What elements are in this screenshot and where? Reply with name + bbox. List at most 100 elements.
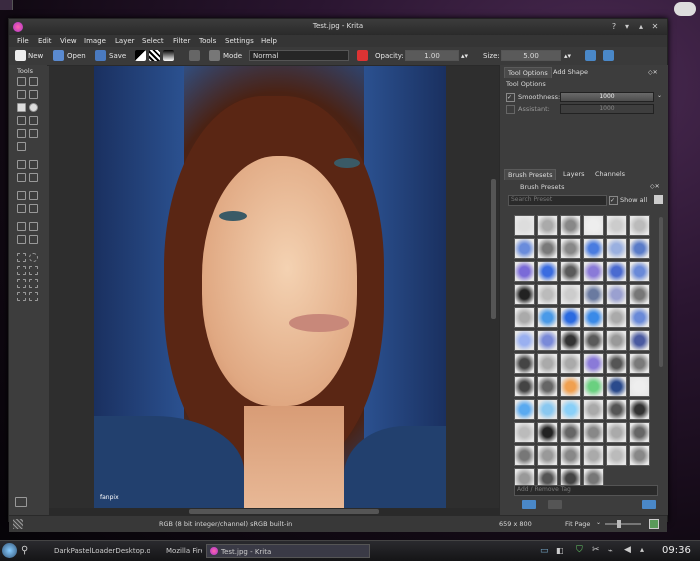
outline-select-tool[interactable]	[29, 266, 38, 275]
horizontal-scrollbar[interactable]	[49, 508, 499, 515]
brush-preset-item[interactable]	[537, 376, 558, 397]
smart-patch-tool[interactable]	[29, 204, 38, 213]
brush-preset-icon[interactable]	[189, 50, 200, 61]
brush-preset-item[interactable]	[629, 238, 650, 259]
magnetic-select-tool[interactable]	[29, 292, 38, 301]
grid-tool[interactable]	[29, 235, 38, 244]
brush-preset-item[interactable]	[514, 238, 535, 259]
gradient-icon[interactable]	[163, 50, 174, 61]
brush-preset-item[interactable]	[629, 261, 650, 282]
usb-icon[interactable]: ⌁	[608, 546, 613, 555]
help-icon[interactable]: ?	[609, 22, 619, 32]
size-stepper[interactable]: ▴▾	[564, 52, 571, 60]
menu-image[interactable]: Image	[84, 37, 106, 45]
brush-preset-item[interactable]	[560, 399, 581, 420]
brush-preset-item[interactable]	[537, 307, 558, 328]
rect-select-tool[interactable]	[17, 253, 26, 262]
crop-tool[interactable]	[17, 160, 26, 169]
brush-preset-item[interactable]	[514, 422, 535, 443]
brush-preset-item[interactable]	[583, 422, 604, 443]
brush-preset-item[interactable]	[560, 215, 581, 236]
menu-tools[interactable]: Tools	[199, 37, 216, 45]
line-tool[interactable]	[29, 90, 38, 99]
perspective-tool[interactable]	[29, 173, 38, 182]
brush-preset-item[interactable]	[560, 261, 581, 282]
brush-preset-item[interactable]	[560, 422, 581, 443]
brush-preset-item[interactable]	[514, 261, 535, 282]
brush-preset-item[interactable]	[560, 445, 581, 466]
shield-icon[interactable]: ⛉	[576, 545, 583, 555]
brush-preset-item[interactable]	[583, 399, 604, 420]
brush-preset-item[interactable]	[606, 353, 627, 374]
brush-preset-item[interactable]	[629, 422, 650, 443]
eraser-icon[interactable]	[357, 50, 368, 61]
measure-tool[interactable]	[17, 222, 26, 231]
brush-settings-icon[interactable]	[642, 500, 656, 509]
task-item-firefox[interactable]: Mozilla Firefox	[152, 544, 202, 558]
polyline-tool[interactable]	[29, 116, 38, 125]
polygon-select-tool[interactable]	[17, 266, 26, 275]
delete-brush-icon[interactable]	[548, 500, 562, 509]
import-brush-icon[interactable]	[522, 500, 536, 509]
menu-edit[interactable]: Edit	[38, 37, 52, 45]
brush-preset-item[interactable]	[537, 284, 558, 305]
text-tool[interactable]	[29, 77, 38, 86]
brush-preset-item[interactable]	[583, 445, 604, 466]
brush-preset-item[interactable]	[537, 238, 558, 259]
tab-layers[interactable]: Layers	[560, 169, 588, 179]
move-tool[interactable]	[29, 160, 38, 169]
brush-preset-item[interactable]	[514, 284, 535, 305]
brush-preset-item[interactable]	[583, 284, 604, 305]
brush-preset-item[interactable]	[537, 330, 558, 351]
brush-preset-item[interactable]	[629, 399, 650, 420]
brush-preset-item[interactable]	[629, 445, 650, 466]
brush-preset-item[interactable]	[537, 215, 558, 236]
brush-preset-item[interactable]	[606, 284, 627, 305]
foreground-background-color-icon[interactable]	[135, 50, 146, 61]
brush-preset-item[interactable]	[583, 238, 604, 259]
mirror-horizontal-icon[interactable]	[585, 50, 596, 61]
minimize-icon[interactable]: ▾	[622, 22, 632, 32]
brush-preset-item[interactable]	[629, 330, 650, 351]
blend-mode-select[interactable]: Normal	[249, 50, 349, 61]
zoom-slider-handle[interactable]	[617, 520, 621, 528]
brush-preset-item[interactable]	[514, 445, 535, 466]
clock[interactable]: 09:36	[662, 545, 691, 556]
brush-preset-item[interactable]	[560, 307, 581, 328]
brush-panel-close-icon[interactable]: ◇✕	[650, 183, 660, 190]
tab-brush-presets[interactable]: Brush Presets	[504, 169, 557, 180]
menu-filter[interactable]: Filter	[173, 37, 190, 45]
vertical-scrollbar[interactable]	[491, 179, 496, 319]
task-item-desktop[interactable]: DarkPastelLoaderDesktop.org	[40, 544, 150, 558]
zoom-select[interactable]: Fit Page	[565, 520, 590, 528]
brush-preset-item[interactable]	[583, 330, 604, 351]
brush-search-input[interactable]: Search Preset	[508, 195, 607, 206]
transform-tool[interactable]	[17, 173, 26, 182]
assistant-slider[interactable]: 1000	[560, 104, 654, 114]
opacity-slider[interactable]: 1.00	[405, 50, 459, 61]
brush-preset-item[interactable]	[583, 376, 604, 397]
status-tool-icon[interactable]	[13, 519, 23, 529]
menu-layer[interactable]: Layer	[115, 37, 135, 45]
save-button[interactable]: Save	[109, 52, 126, 60]
brush-preset-item[interactable]	[514, 330, 535, 351]
brush-preset-item[interactable]	[606, 399, 627, 420]
brush-preset-item[interactable]	[514, 376, 535, 397]
brush-preset-item[interactable]	[629, 284, 650, 305]
smoothness-dropdown-icon[interactable]: ⌄	[657, 92, 662, 99]
color-picker-tool[interactable]	[29, 191, 38, 200]
new-button[interactable]: New	[28, 52, 43, 60]
menu-help[interactable]: Help	[261, 37, 277, 45]
brush-preset-item[interactable]	[606, 307, 627, 328]
pattern-icon[interactable]	[149, 50, 160, 61]
assistant-tool[interactable]	[17, 235, 26, 244]
selection-mode-icon[interactable]	[15, 497, 27, 507]
brush-preset-item[interactable]	[629, 215, 650, 236]
ellipse-select-tool[interactable]	[29, 253, 38, 262]
size-slider[interactable]: 5.00	[501, 50, 561, 61]
brush-preset-item[interactable]	[537, 261, 558, 282]
tray-expand-icon[interactable]: ▴	[640, 545, 644, 554]
similar-select-tool[interactable]	[29, 279, 38, 288]
brush-preset-item[interactable]	[560, 330, 581, 351]
brush-preset-item[interactable]	[514, 399, 535, 420]
